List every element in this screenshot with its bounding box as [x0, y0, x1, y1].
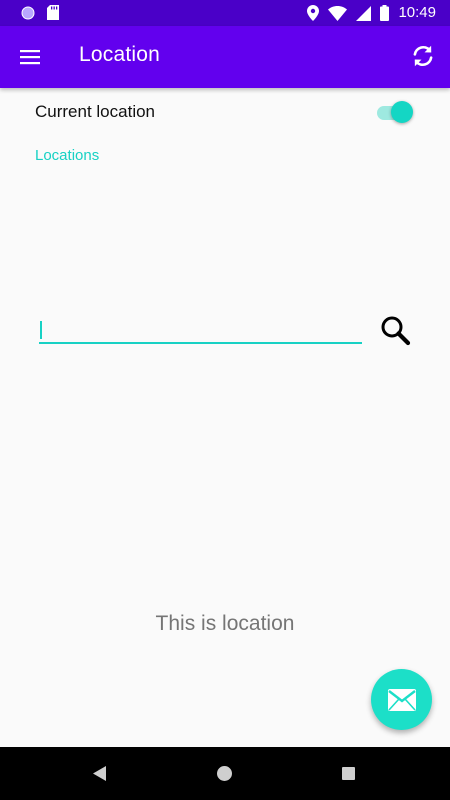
- signal-icon: [356, 5, 372, 21]
- locations-section-label: Locations: [35, 147, 100, 164]
- system-nav-bar: [0, 747, 450, 800]
- status-left-icons: [21, 5, 59, 20]
- status-time: 10:49: [398, 4, 436, 21]
- current-location-toggle[interactable]: [375, 100, 415, 126]
- toggle-thumb: [391, 101, 413, 123]
- location-search-input[interactable]: [39, 318, 362, 344]
- status-bar: 10:49: [0, 0, 450, 26]
- wifi-icon: [328, 5, 348, 21]
- current-location-row: Current location: [35, 100, 415, 126]
- email-icon: [387, 688, 416, 711]
- location-body-text: This is location: [155, 612, 295, 635]
- location-pin-icon: [307, 5, 320, 21]
- battery-icon: [380, 5, 390, 21]
- text-cursor: [40, 321, 42, 339]
- page-title: Location: [79, 43, 160, 66]
- app-bar: Location: [0, 26, 450, 88]
- sd-card-icon: [47, 5, 59, 20]
- email-fab-button[interactable]: [371, 669, 432, 730]
- back-icon[interactable]: [93, 766, 107, 781]
- hamburger-menu-icon[interactable]: [18, 45, 42, 69]
- recents-icon[interactable]: [342, 767, 355, 780]
- status-right-icons: 10:49: [307, 3, 436, 23]
- current-location-label: Current location: [35, 102, 156, 121]
- home-icon[interactable]: [217, 766, 232, 781]
- refresh-icon[interactable]: [410, 43, 436, 69]
- circle-notification-icon: [21, 6, 35, 19]
- search-icon[interactable]: [378, 313, 412, 347]
